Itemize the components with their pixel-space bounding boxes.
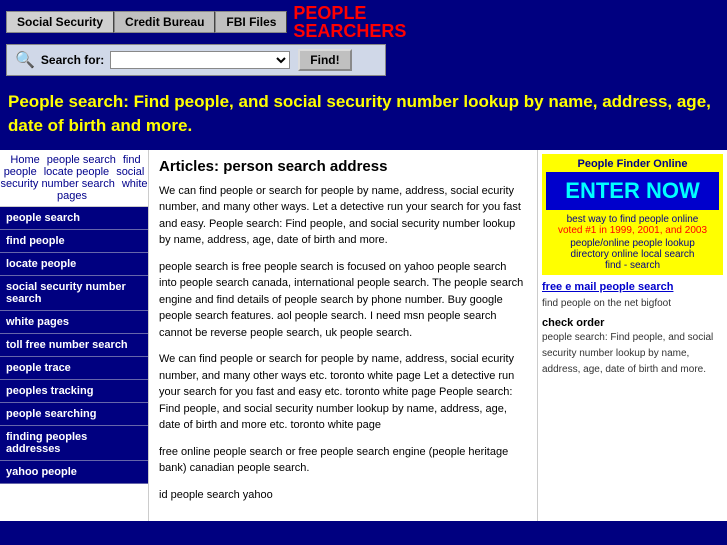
free-email-link[interactable]: free e mail people search [542,281,723,293]
sidebar-item-finding-peoples-addresses[interactable]: finding peoples addresses [0,426,148,461]
sidebar-item-people-search[interactable]: people search [0,207,148,230]
sidebar-item-ssn-search[interactable]: social security number search [0,276,148,311]
search-label: Search for: [41,53,104,67]
tab-social-security[interactable]: Social Security [6,11,114,33]
search-button[interactable]: Find! [298,49,351,71]
search-bar: 🔍 Search for: Find! [6,44,386,76]
article-para-2: We can find people or search for people … [159,351,527,434]
search-input[interactable] [110,51,290,69]
sidebar-item-white-pages[interactable]: white pages [0,311,148,334]
people-finder-links: people/online people lookup [546,238,719,249]
best-way-text: best way to find people online [546,214,719,225]
sidebar-item-people-trace[interactable]: people trace [0,357,148,380]
sidebar: Homepeople searchfind peoplelocate peopl… [0,150,148,522]
finder-links-2: directory online local search [546,249,719,260]
article-title: Articles: person search address [159,158,527,175]
hero-section: People search: Find people, and social s… [0,80,727,150]
finder-links-3: find - search [546,260,719,271]
sidebar-item-locate-people[interactable]: locate people [0,253,148,276]
sidebar-item-yahoo-people[interactable]: yahoo people [0,461,148,484]
sidebar-item-people-searching[interactable]: people searching [0,403,148,426]
nav-item-3[interactable]: locate people [44,166,109,178]
people-finder-label: People Finder Online [546,158,719,170]
article-para-1: people search is free people search is f… [159,259,527,342]
sidebar-nav: people search find people locate people … [0,207,148,484]
right-sidebar: People Finder Online ENTER NOW best way … [537,150,727,522]
brand-line1: PEOPLE [293,4,406,22]
hero-title: People search: Find people, and social s… [8,90,719,138]
voted-text: voted #1 in 1999, 2001, and 2003 [546,225,719,236]
top-nav: Homepeople searchfind peoplelocate peopl… [0,150,148,207]
brand-logo: PEOPLE SEARCHERS [293,4,406,40]
article-para-0: We can find people or search for people … [159,183,527,249]
tab-credit-bureau[interactable]: Credit Bureau [114,11,215,33]
article-para-3: free online people search or free people… [159,444,527,477]
enter-now-button[interactable]: ENTER NOW [546,172,719,210]
bigfoot-desc: find people on the net bigfoot [542,298,671,309]
content-area: Homepeople searchfind peoplelocate peopl… [0,150,727,522]
sidebar-item-peoples-tracking[interactable]: peoples tracking [0,380,148,403]
header: Social Security Credit Bureau FBI Files … [0,0,727,80]
search-icon: 🔍 [15,50,35,70]
sidebar-item-toll-free[interactable]: toll free number search [0,334,148,357]
nav-item-0[interactable]: Home [10,154,39,166]
people-finder-box: People Finder Online ENTER NOW best way … [542,154,723,275]
brand-line2: SEARCHERS [293,22,406,40]
check-order-desc: people search: Find people, and social s… [542,332,713,375]
check-order-label[interactable]: check order [542,317,723,329]
article-para-4: id people search yahoo [159,487,527,504]
nav-item-1[interactable]: people search [47,154,116,166]
nav-tabs: Social Security Credit Bureau FBI Files … [6,4,721,40]
sidebar-item-find-people[interactable]: find people [0,230,148,253]
tab-fbi-files[interactable]: FBI Files [215,11,287,33]
main-article: Articles: person search address We can f… [148,150,537,522]
